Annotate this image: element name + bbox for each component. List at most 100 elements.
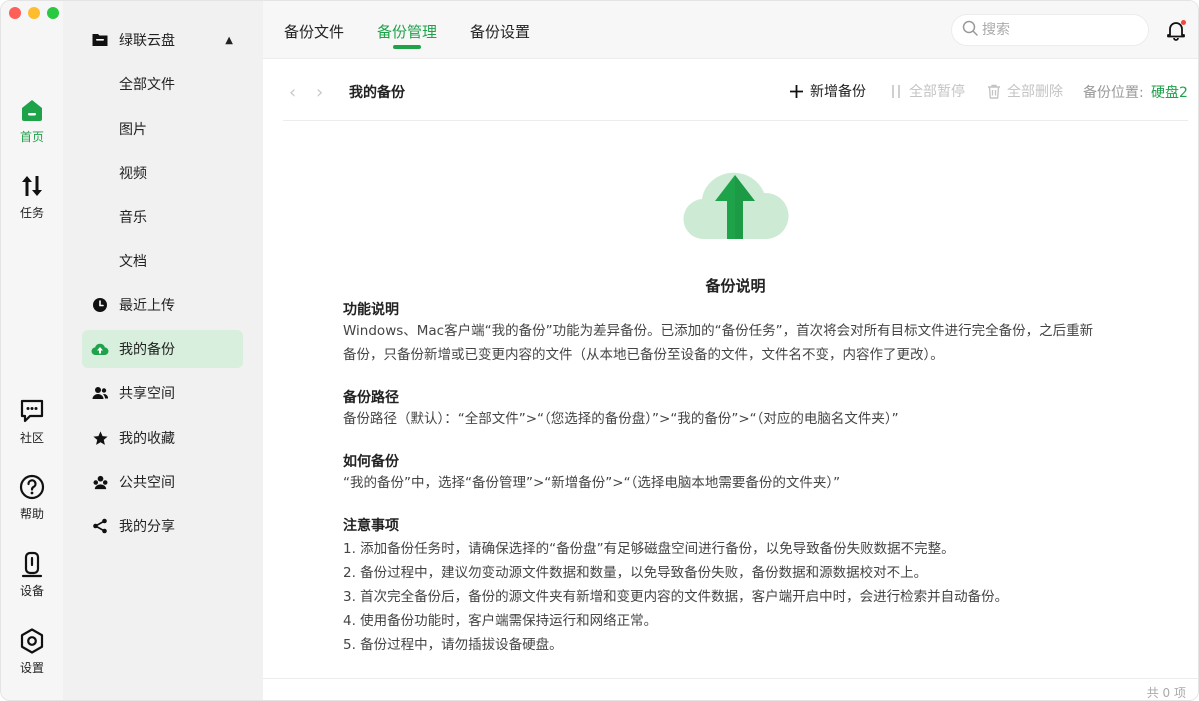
rail-item-label: 设备 [19, 584, 44, 598]
share-icon [90, 516, 110, 536]
tab-backup-files[interactable]: 备份文件 [284, 21, 344, 42]
section-line: “我的备份”中，选择“备份管理”>“新增备份”>“（选择电脑本地需要备份的文件夹… [343, 475, 841, 491]
delete-all-label: 全部删除 [1007, 84, 1063, 100]
pause-icon [889, 84, 903, 99]
minimize-window-button[interactable] [28, 7, 40, 19]
section-line: 备份路径（默认）：“全部文件”>“（您选择的备份盘）”>“我的备份”>“（对应的… [343, 411, 899, 427]
search-box[interactable] [951, 14, 1149, 46]
sidebar-item-label: 视频 [119, 166, 147, 182]
clock-icon [90, 295, 110, 315]
sidebar-item-videos[interactable]: 视频 [82, 154, 243, 192]
sidebar-item-label: 绿联云盘 [119, 33, 175, 49]
app-window: 首页 任务 社区 帮助 设备 设置 绿联云盘 ▲ 全部文件 图片 视频 音乐 文… [0, 0, 1199, 701]
rail-item-label: 社区 [19, 431, 44, 445]
home-icon [18, 96, 46, 124]
sidebar-item-label: 我的分享 [119, 519, 175, 535]
section-text: 1. 添加备份任务时，请确保选择的“备份盘”有足够磁盘空间进行备份，以免导致备份… [343, 537, 1153, 657]
section-line: 5. 备份过程中，请勿插拔设备硬盘。 [343, 637, 563, 653]
sidebar-item-my-backup[interactable]: 我的备份 [82, 330, 243, 368]
star-icon [90, 428, 110, 448]
people-icon [90, 383, 110, 403]
section-heading: 注意事项 [343, 518, 399, 534]
rail-item-label: 设置 [19, 661, 44, 675]
sidebar-item-label: 全部文件 [119, 77, 175, 93]
rail-item-label: 首页 [19, 130, 44, 144]
section-line: 备份，只备份新增或已变更内容的文件（从本地已备份至设备的文件，文件名不变，内容作… [343, 347, 944, 363]
section-line: 4. 使用备份功能时，客户端需保持运行和网络正常。 [343, 613, 658, 629]
window-controls [9, 7, 59, 19]
back-arrow-icon[interactable]: ‹ [289, 82, 296, 103]
rail-item-label: 任务 [19, 206, 44, 220]
tab-backup-management[interactable]: 备份管理 [377, 21, 437, 49]
section-heading: 功能说明 [343, 302, 399, 318]
rail-item-community[interactable]: 社区 [1, 397, 63, 446]
sidebar-item-images[interactable]: 图片 [82, 110, 243, 148]
sidebar-item-label: 文档 [119, 254, 147, 270]
doc-title: 备份说明 [705, 277, 766, 295]
rail-item-home[interactable]: 首页 [1, 96, 63, 145]
pause-all-button[interactable]: 全部暂停 [889, 81, 965, 101]
section-text: “我的备份”中，选择“备份管理”>“新增备份”>“（选择电脑本地需要备份的文件夹… [343, 471, 1153, 495]
sidebar-item-label: 共享空间 [119, 386, 175, 402]
trash-icon [987, 84, 1001, 99]
sidebar-item-my-shares[interactable]: 我的分享 [82, 507, 243, 545]
chevron-up-icon[interactable]: ▲ [225, 35, 233, 46]
close-window-button[interactable] [9, 7, 21, 19]
rail-item-tasks[interactable]: 任务 [1, 172, 63, 221]
cloud-upload-icon [90, 339, 110, 359]
sidebar-item-cloud-drive[interactable]: 绿联云盘 ▲ [82, 21, 243, 59]
help-icon [18, 473, 46, 501]
breadcrumb: 我的备份 [349, 85, 405, 101]
chat-icon [18, 397, 46, 425]
section-heading: 备份路径 [343, 390, 399, 406]
delete-all-button[interactable]: 全部删除 [987, 81, 1063, 101]
rail-item-device[interactable]: 设备 [1, 550, 63, 599]
forward-arrow-icon[interactable]: › [316, 82, 323, 103]
pause-all-label: 全部暂停 [909, 84, 965, 100]
cloud-upload-illustration-icon [683, 167, 789, 247]
rail-item-help[interactable]: 帮助 [1, 473, 63, 522]
rail-item-label: 帮助 [19, 507, 44, 521]
sidebar-item-documents[interactable]: 文档 [82, 242, 243, 280]
sidebar-item-favorites[interactable]: 我的收藏 [82, 419, 243, 457]
search-icon [962, 20, 978, 40]
folder-icon [90, 30, 110, 50]
sidebar-item-recent-uploads[interactable]: 最近上传 [82, 286, 243, 324]
section-heading: 如何备份 [343, 454, 399, 470]
plus-icon [789, 84, 804, 99]
nav-rail: 首页 任务 社区 帮助 设备 设置 [1, 1, 63, 700]
status-bar: 共 0 项 [263, 678, 1198, 700]
sidebar-item-label: 我的收藏 [119, 431, 175, 447]
section-line: 3. 首次完全备份后，备份的源文件夹有新增和变更内容的文件数据，客户端开启中时，… [343, 589, 1009, 605]
item-count: 共 0 项 [1146, 686, 1186, 700]
sidebar-item-label: 我的备份 [119, 342, 175, 358]
backup-location-value[interactable]: 硬盘2 [1151, 82, 1188, 102]
section-line: Windows、Mac客户端“我的备份”功能为差异备份。已添加的“备份任务”，首… [343, 323, 1094, 339]
device-icon [18, 550, 46, 578]
sidebar-item-shared-space[interactable]: 共享空间 [82, 374, 243, 412]
main-panel: 备份文件 备份管理 备份设置 ‹ › 我的备份 新增备份 [263, 1, 1198, 700]
section-text: 备份路径（默认）：“全部文件”>“（您选择的备份盘）”>“我的备份”>“（对应的… [343, 407, 1153, 431]
sidebar-item-label: 图片 [119, 122, 147, 138]
rail-item-settings[interactable]: 设置 [1, 627, 63, 676]
add-backup-button[interactable]: 新增备份 [789, 81, 866, 101]
sidebar-item-label: 最近上传 [119, 298, 175, 314]
group-icon [90, 472, 110, 492]
notification-bell-icon[interactable] [1165, 19, 1187, 41]
sidebar-item-label: 音乐 [119, 210, 147, 226]
settings-icon [18, 627, 46, 655]
sidebar: 绿联云盘 ▲ 全部文件 图片 视频 音乐 文档 最近上传 我的备份 共享空间 我… [63, 1, 263, 700]
section-line: 1. 添加备份任务时，请确保选择的“备份盘”有足够磁盘空间进行备份，以免导致备份… [343, 541, 955, 557]
tab-backup-settings[interactable]: 备份设置 [470, 21, 530, 42]
sidebar-item-music[interactable]: 音乐 [82, 198, 243, 236]
sidebar-item-public-space[interactable]: 公共空间 [82, 463, 243, 501]
transfer-icon [18, 172, 46, 200]
maximize-window-button[interactable] [47, 7, 59, 19]
section-line: 2. 备份过程中，建议勿变动源文件数据和数量，以免导致备份失败，备份数据和源数据… [343, 565, 928, 581]
top-bar: 备份文件 备份管理 备份设置 [263, 1, 1198, 59]
sidebar-item-all-files[interactable]: 全部文件 [82, 65, 243, 103]
search-input[interactable] [982, 22, 1132, 38]
section-text: Windows、Mac客户端“我的备份”功能为差异备份。已添加的“备份任务”，首… [343, 319, 1153, 367]
toolbar: ‹ › 我的备份 新增备份 全部暂停 全部删除 备份位置: 硬盘2 [283, 61, 1188, 121]
sidebar-item-label: 公共空间 [119, 475, 175, 491]
